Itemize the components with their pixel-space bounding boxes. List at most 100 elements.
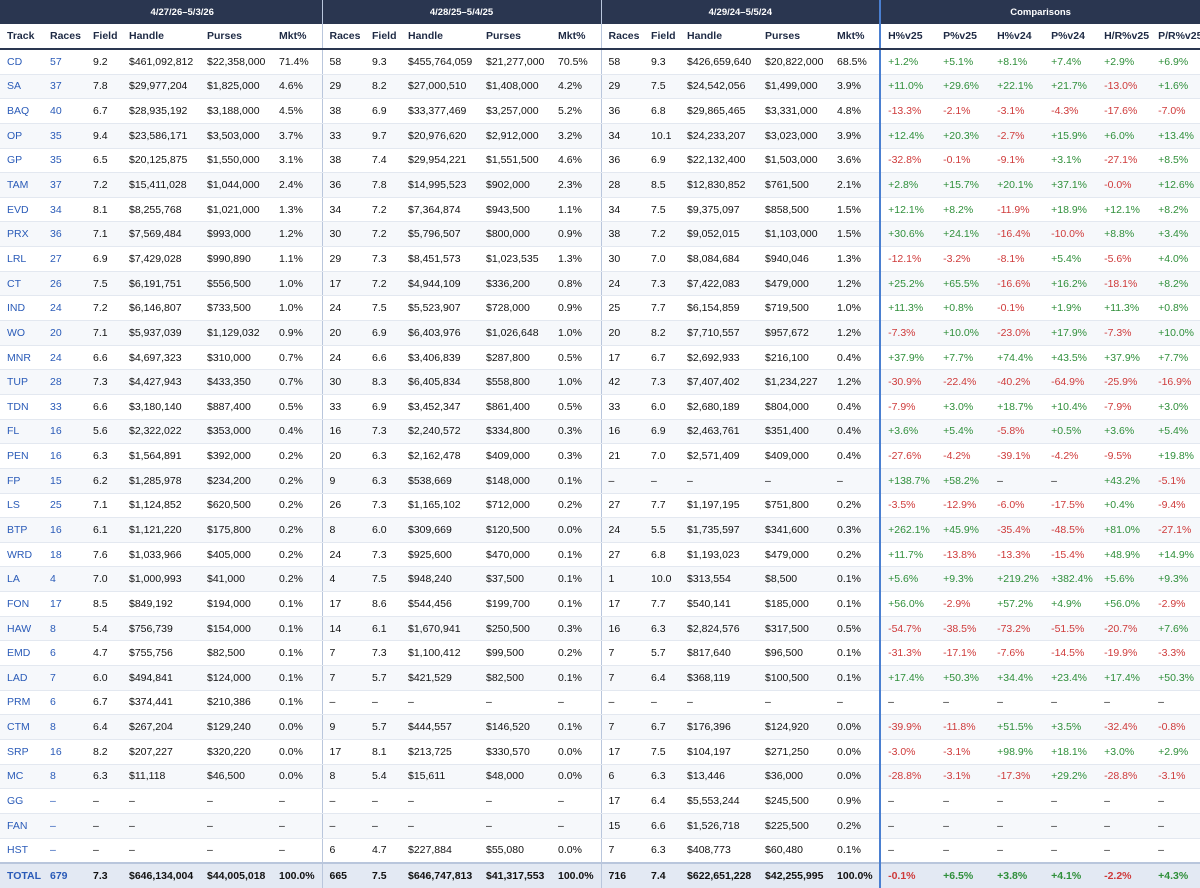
col-header-races[interactable]: Races bbox=[321, 24, 365, 50]
cell-pv25: -11.8% bbox=[936, 714, 991, 740]
track-link[interactable]: LS bbox=[0, 493, 43, 519]
cell-hrv25: +81.0% bbox=[1097, 517, 1152, 543]
cell-field: 8.1 bbox=[86, 197, 122, 223]
col-header-field[interactable]: Field bbox=[644, 24, 681, 50]
track-link[interactable]: SA bbox=[0, 74, 43, 100]
col-header-mkt[interactable]: Mkt% bbox=[272, 24, 322, 50]
track-link[interactable]: PRM bbox=[0, 690, 43, 716]
cell-prv25: +50.3% bbox=[1151, 665, 1200, 691]
track-link[interactable]: PRX bbox=[0, 221, 43, 248]
track-link[interactable]: BTP bbox=[0, 517, 43, 543]
track-link[interactable]: MC bbox=[0, 764, 43, 790]
cell-mkt: 0.2% bbox=[830, 813, 881, 839]
track-link[interactable]: FP bbox=[0, 468, 43, 494]
col-header-handle[interactable]: Handle bbox=[401, 24, 479, 50]
cell-hv25: +17.4% bbox=[879, 665, 937, 691]
cell-field: 7.0 bbox=[644, 246, 681, 272]
track-link[interactable]: BAQ bbox=[0, 98, 43, 124]
cell-pv24: +3.5% bbox=[1044, 714, 1098, 740]
cell-field: 7.3 bbox=[365, 542, 401, 568]
track-link[interactable]: LRL bbox=[0, 246, 43, 272]
cell-field: 6.9 bbox=[644, 148, 681, 174]
track-link[interactable]: TDN bbox=[0, 394, 43, 420]
track-link[interactable]: LAD bbox=[0, 665, 43, 691]
col-header-handle[interactable]: Handle bbox=[680, 24, 759, 50]
col-header-purses[interactable]: Purses bbox=[479, 24, 551, 50]
track-link[interactable]: PEN bbox=[0, 443, 43, 469]
cell-pv24: -10.0% bbox=[1044, 221, 1098, 248]
cell-races: 6 bbox=[43, 690, 86, 716]
track-link[interactable]: MNR bbox=[0, 345, 43, 371]
cell-purses: $124,920 bbox=[758, 714, 831, 740]
track-link[interactable]: EMD bbox=[0, 640, 43, 667]
col-header-mkt[interactable]: Mkt% bbox=[551, 24, 602, 50]
track-link[interactable]: GP bbox=[0, 148, 43, 174]
cell-hrv25: -20.7% bbox=[1097, 616, 1152, 642]
col-header-hrv25[interactable]: H/R%v25 bbox=[1097, 24, 1152, 50]
track-link[interactable]: HAW bbox=[0, 616, 43, 642]
cell-races: 37 bbox=[43, 74, 86, 100]
cell-handle: $2,680,189 bbox=[680, 394, 759, 420]
cell-mkt: 0.8% bbox=[551, 271, 602, 297]
cell-pv25: -2.9% bbox=[936, 591, 991, 617]
cell-prv25: +3.0% bbox=[1151, 394, 1200, 420]
track-link[interactable]: EVD bbox=[0, 197, 43, 223]
cell-mkt: 0.4% bbox=[830, 443, 881, 469]
cell-hv25: -3.5% bbox=[879, 493, 937, 519]
track-link[interactable]: OP bbox=[0, 123, 43, 149]
track-link[interactable]: SRP bbox=[0, 739, 43, 765]
cell-purses: $1,503,000 bbox=[758, 148, 831, 174]
cell-purses: $148,000 bbox=[479, 468, 551, 494]
track-link[interactable]: TUP bbox=[0, 369, 43, 395]
cell-purses: $479,000 bbox=[758, 542, 831, 568]
cell-hv24: +18.7% bbox=[990, 394, 1045, 420]
col-header-mkt[interactable]: Mkt% bbox=[830, 24, 881, 50]
cell-mkt: 0.9% bbox=[551, 221, 602, 248]
track-link[interactable]: IND bbox=[0, 295, 43, 322]
cell-field: 7.2 bbox=[365, 221, 401, 248]
cell-purses: $353,000 bbox=[200, 419, 272, 445]
col-header-purses[interactable]: Purses bbox=[758, 24, 831, 50]
track-link[interactable]: TAM bbox=[0, 172, 43, 198]
col-header-handle[interactable]: Handle bbox=[122, 24, 200, 50]
col-header-hv25[interactable]: H%v25 bbox=[879, 24, 937, 50]
track-link[interactable]: FAN bbox=[0, 813, 43, 839]
col-header-purses[interactable]: Purses bbox=[200, 24, 272, 50]
col-header-field[interactable]: Field bbox=[86, 24, 122, 50]
cell-pv24: -64.9% bbox=[1044, 369, 1098, 395]
cell-pv24: +18.1% bbox=[1044, 739, 1098, 765]
cell-mkt: 0.2% bbox=[272, 443, 322, 469]
track-link[interactable]: CTM bbox=[0, 714, 43, 740]
cell-mkt: 100.0% bbox=[272, 862, 322, 888]
cell-pv24: -14.5% bbox=[1044, 640, 1098, 667]
cell-races: 34 bbox=[321, 197, 365, 223]
cell-handle: $1,735,597 bbox=[680, 517, 759, 543]
col-header-races[interactable]: Races bbox=[43, 24, 86, 50]
col-header-hv24[interactable]: H%v24 bbox=[990, 24, 1045, 50]
col-header-pv25[interactable]: P%v25 bbox=[936, 24, 991, 50]
col-header-field[interactable]: Field bbox=[365, 24, 401, 50]
cell-races: 4 bbox=[43, 566, 86, 593]
col-header-pv24[interactable]: P%v24 bbox=[1044, 24, 1098, 50]
cell-handle: – bbox=[680, 468, 759, 494]
track-link[interactable]: CD bbox=[0, 49, 43, 75]
col-header-track[interactable]: Track bbox=[0, 24, 43, 50]
track-link[interactable]: CT bbox=[0, 271, 43, 297]
track-link[interactable]: LA bbox=[0, 566, 43, 593]
cell-purses: $943,500 bbox=[479, 197, 551, 223]
track-link[interactable]: HST bbox=[0, 838, 43, 864]
col-header-races[interactable]: Races bbox=[600, 24, 645, 50]
track-link[interactable]: FON bbox=[0, 591, 43, 617]
cell-races: 29 bbox=[321, 74, 365, 100]
cell-field: 6.6 bbox=[644, 813, 681, 839]
track-link[interactable]: WO bbox=[0, 320, 43, 346]
cell-purses: $20,822,000 bbox=[758, 49, 831, 75]
table-row: TUP 28 7.3 $4,427,943 $433,350 0.7% 30 8.3 $6,40… bbox=[0, 369, 1200, 395]
cell-races: 24 bbox=[321, 345, 365, 371]
cell-mkt: 0.1% bbox=[830, 591, 881, 617]
col-header-prv25[interactable]: P/R%v25 bbox=[1151, 24, 1200, 50]
track-link[interactable]: GG bbox=[0, 788, 43, 814]
track-link[interactable]: WRD bbox=[0, 542, 43, 568]
cell-pv24: +5.4% bbox=[1044, 246, 1098, 272]
track-link[interactable]: FL bbox=[0, 419, 43, 445]
